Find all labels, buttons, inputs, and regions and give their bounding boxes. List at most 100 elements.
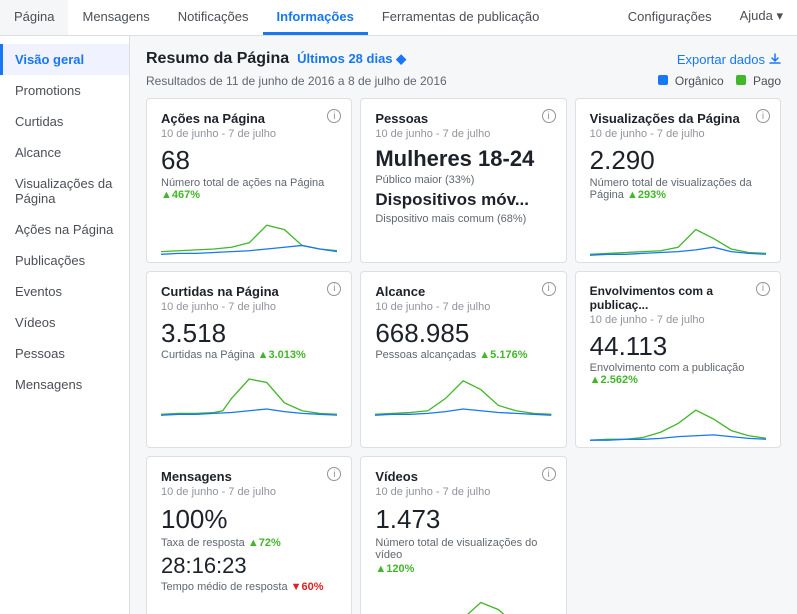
card-title-mensagens: Mensagens bbox=[161, 469, 337, 484]
sidebar-item-visualizacoes[interactable]: Visualizações da Página bbox=[0, 168, 129, 214]
card-change-acoes: ▲467% bbox=[161, 189, 200, 201]
card-change-alcance: ▲5.176% bbox=[479, 349, 527, 361]
card-date-curtidas: 10 de junho - 7 de julho bbox=[161, 301, 337, 313]
card-value-envolvimentos: 44.113 bbox=[590, 332, 766, 361]
card-sub-pessoas-2: Dispositivo mais comum (68%) bbox=[375, 213, 551, 225]
card-info-mensagens[interactable]: i bbox=[327, 467, 341, 481]
card-sub-visualizacoes: Número total de visualizações da Página … bbox=[590, 177, 766, 201]
card-title-videos: Vídeos bbox=[375, 469, 551, 484]
card-mensagens: i Mensagens 10 de junho - 7 de julho 100… bbox=[146, 456, 352, 614]
main-layout: Visão geral Promotions Curtidas Alcance … bbox=[0, 36, 797, 614]
card-title-curtidas: Curtidas na Página bbox=[161, 284, 337, 299]
card-title-acoes: Ações na Página bbox=[161, 111, 337, 126]
card-date-pessoas: 10 de junho - 7 de julho bbox=[375, 128, 551, 140]
card-date-acoes: 10 de junho - 7 de julho bbox=[161, 128, 337, 140]
cards-grid-top: i Ações na Página 10 de junho - 7 de jul… bbox=[146, 98, 781, 263]
sidebar-item-curtidas[interactable]: Curtidas bbox=[0, 106, 129, 137]
page-header: Resumo da Página Últimos 28 dias ◆ Expor… bbox=[146, 50, 781, 68]
card-title-envolvimentos: Envolvimentos com a publicaç... bbox=[590, 284, 766, 312]
card-sub-envolvimentos: Envolvimento com a publicação ▲2.562% bbox=[590, 362, 766, 386]
card-value-curtidas: 3.518 bbox=[161, 319, 337, 348]
card-date-envolvimentos: 10 de junho - 7 de julho bbox=[590, 314, 766, 326]
sidebar-item-eventos[interactable]: Eventos bbox=[0, 276, 129, 307]
card-sub-alcance: Pessoas alcançadas ▲5.176% bbox=[375, 349, 551, 361]
card-info-pessoas[interactable]: i bbox=[542, 109, 556, 123]
export-icon bbox=[769, 53, 781, 65]
card-envolvimentos: i Envolvimentos com a publicaç... 10 de … bbox=[575, 271, 781, 449]
mini-chart-alcance bbox=[375, 369, 551, 419]
mini-chart-envolvimentos bbox=[590, 394, 766, 444]
card-value-mensagens: 100% bbox=[161, 504, 337, 535]
card-title-pessoas: Pessoas bbox=[375, 111, 551, 126]
nav-mensagens[interactable]: Mensagens bbox=[68, 0, 163, 35]
sidebar-item-videos[interactable]: Vídeos bbox=[0, 307, 129, 338]
card-curtidas: i Curtidas na Página 10 de junho - 7 de … bbox=[146, 271, 352, 449]
page-title: Resumo da Página bbox=[146, 50, 289, 68]
card-sub-curtidas: Curtidas na Página ▲3.013% bbox=[161, 349, 337, 361]
mini-chart-visualizacoes bbox=[590, 209, 766, 259]
card-info-visualizacoes[interactable]: i bbox=[756, 109, 770, 123]
card-date-visualizacoes: 10 de junho - 7 de julho bbox=[590, 128, 766, 140]
card-title-visualizacoes: Visualizações da Página bbox=[590, 111, 766, 126]
date-range-row: Resultados de 11 de junho de 2016 a 8 de… bbox=[146, 74, 781, 88]
card-date-videos: 10 de junho - 7 de julho bbox=[375, 486, 551, 498]
legend: Orgânico Pago bbox=[658, 74, 781, 88]
card-videos: i Vídeos 10 de junho - 7 de julho 1.473 … bbox=[360, 456, 566, 614]
nav-notificacoes[interactable]: Notificações bbox=[164, 0, 263, 35]
card-change-curtidas: ▲3.013% bbox=[258, 349, 306, 361]
empty-card bbox=[575, 456, 781, 614]
card-value-videos: 1.473 bbox=[375, 504, 551, 535]
sidebar-item-acoes[interactable]: Ações na Página bbox=[0, 214, 129, 245]
card-change-envolvimentos: ▲2.562% bbox=[590, 374, 638, 386]
card-change-videos: ▲120% bbox=[375, 563, 551, 575]
card-info-acoes[interactable]: i bbox=[327, 109, 341, 123]
card-sub2-mensagens: Tempo médio de resposta ▼60% bbox=[161, 581, 337, 593]
nav-configuracoes[interactable]: Configurações bbox=[614, 0, 726, 35]
sidebar-item-alcance[interactable]: Alcance bbox=[0, 137, 129, 168]
card-sub-acoes: Número total de ações na Página ▲467% bbox=[161, 177, 337, 201]
card-value-acoes: 68 bbox=[161, 146, 337, 175]
card-info-videos[interactable]: i bbox=[542, 467, 556, 481]
period-selector[interactable]: Últimos 28 dias ◆ bbox=[297, 51, 406, 67]
sidebar-item-publicacoes[interactable]: Publicações bbox=[0, 245, 129, 276]
top-navigation: Página Mensagens Notificações Informaçõe… bbox=[0, 0, 797, 36]
sidebar: Visão geral Promotions Curtidas Alcance … bbox=[0, 36, 130, 614]
sidebar-item-visao-geral[interactable]: Visão geral bbox=[0, 44, 129, 75]
nav-ajuda[interactable]: Ajuda ▾ bbox=[726, 0, 797, 35]
date-range-text: Resultados de 11 de junho de 2016 a 8 de… bbox=[146, 74, 447, 88]
cards-grid-bottom: i Mensagens 10 de junho - 7 de julho 100… bbox=[146, 456, 781, 614]
card-sub-mensagens: Taxa de resposta ▲72% bbox=[161, 537, 337, 549]
card-date-mensagens: 10 de junho - 7 de julho bbox=[161, 486, 337, 498]
card-date-alcance: 10 de junho - 7 de julho bbox=[375, 301, 551, 313]
nav-pagina[interactable]: Página bbox=[0, 0, 68, 35]
card-value-alcance: 668.985 bbox=[375, 319, 551, 348]
cards-grid-middle: i Curtidas na Página 10 de junho - 7 de … bbox=[146, 271, 781, 449]
card-time-mensagens: 28:16:23 bbox=[161, 553, 337, 579]
page-title-row: Resumo da Página Últimos 28 dias ◆ bbox=[146, 50, 406, 68]
sidebar-item-mensagens[interactable]: Mensagens bbox=[0, 369, 129, 400]
mini-chart-mensagens bbox=[161, 599, 337, 614]
legend-organic-dot bbox=[658, 75, 668, 85]
main-content: Resumo da Página Últimos 28 dias ◆ Expor… bbox=[130, 36, 797, 614]
card-visualizacoes: i Visualizações da Página 10 de junho - … bbox=[575, 98, 781, 263]
card-value-visualizacoes: 2.290 bbox=[590, 146, 766, 175]
card-sub-videos: Número total de visualizações do vídeo bbox=[375, 537, 551, 561]
sidebar-item-pessoas[interactable]: Pessoas bbox=[0, 338, 129, 369]
mini-chart-curtidas bbox=[161, 369, 337, 419]
nav-ferramentas[interactable]: Ferramentas de publicação bbox=[368, 0, 554, 35]
card-alcance: i Alcance 10 de junho - 7 de julho 668.9… bbox=[360, 271, 566, 449]
card-acoes-pagina: i Ações na Página 10 de junho - 7 de jul… bbox=[146, 98, 352, 263]
card-sub-pessoas: Público maior (33%) bbox=[375, 174, 551, 186]
legend-paid-dot bbox=[736, 75, 746, 85]
card-info-curtidas[interactable]: i bbox=[327, 282, 341, 296]
card-pessoas: i Pessoas 10 de junho - 7 de julho Mulhe… bbox=[360, 98, 566, 263]
card-info-envolvimentos[interactable]: i bbox=[756, 282, 770, 296]
mini-chart-videos bbox=[375, 589, 551, 614]
export-link[interactable]: Exportar dados bbox=[677, 52, 781, 67]
card-change2-mensagens: ▼60% bbox=[291, 581, 324, 593]
card-change-mensagens: ▲72% bbox=[248, 537, 281, 549]
card-value-pessoas-2: Dispositivos móv... bbox=[375, 190, 551, 210]
card-info-alcance[interactable]: i bbox=[542, 282, 556, 296]
sidebar-item-promotions[interactable]: Promotions bbox=[0, 75, 129, 106]
nav-informacoes[interactable]: Informações bbox=[263, 0, 368, 35]
